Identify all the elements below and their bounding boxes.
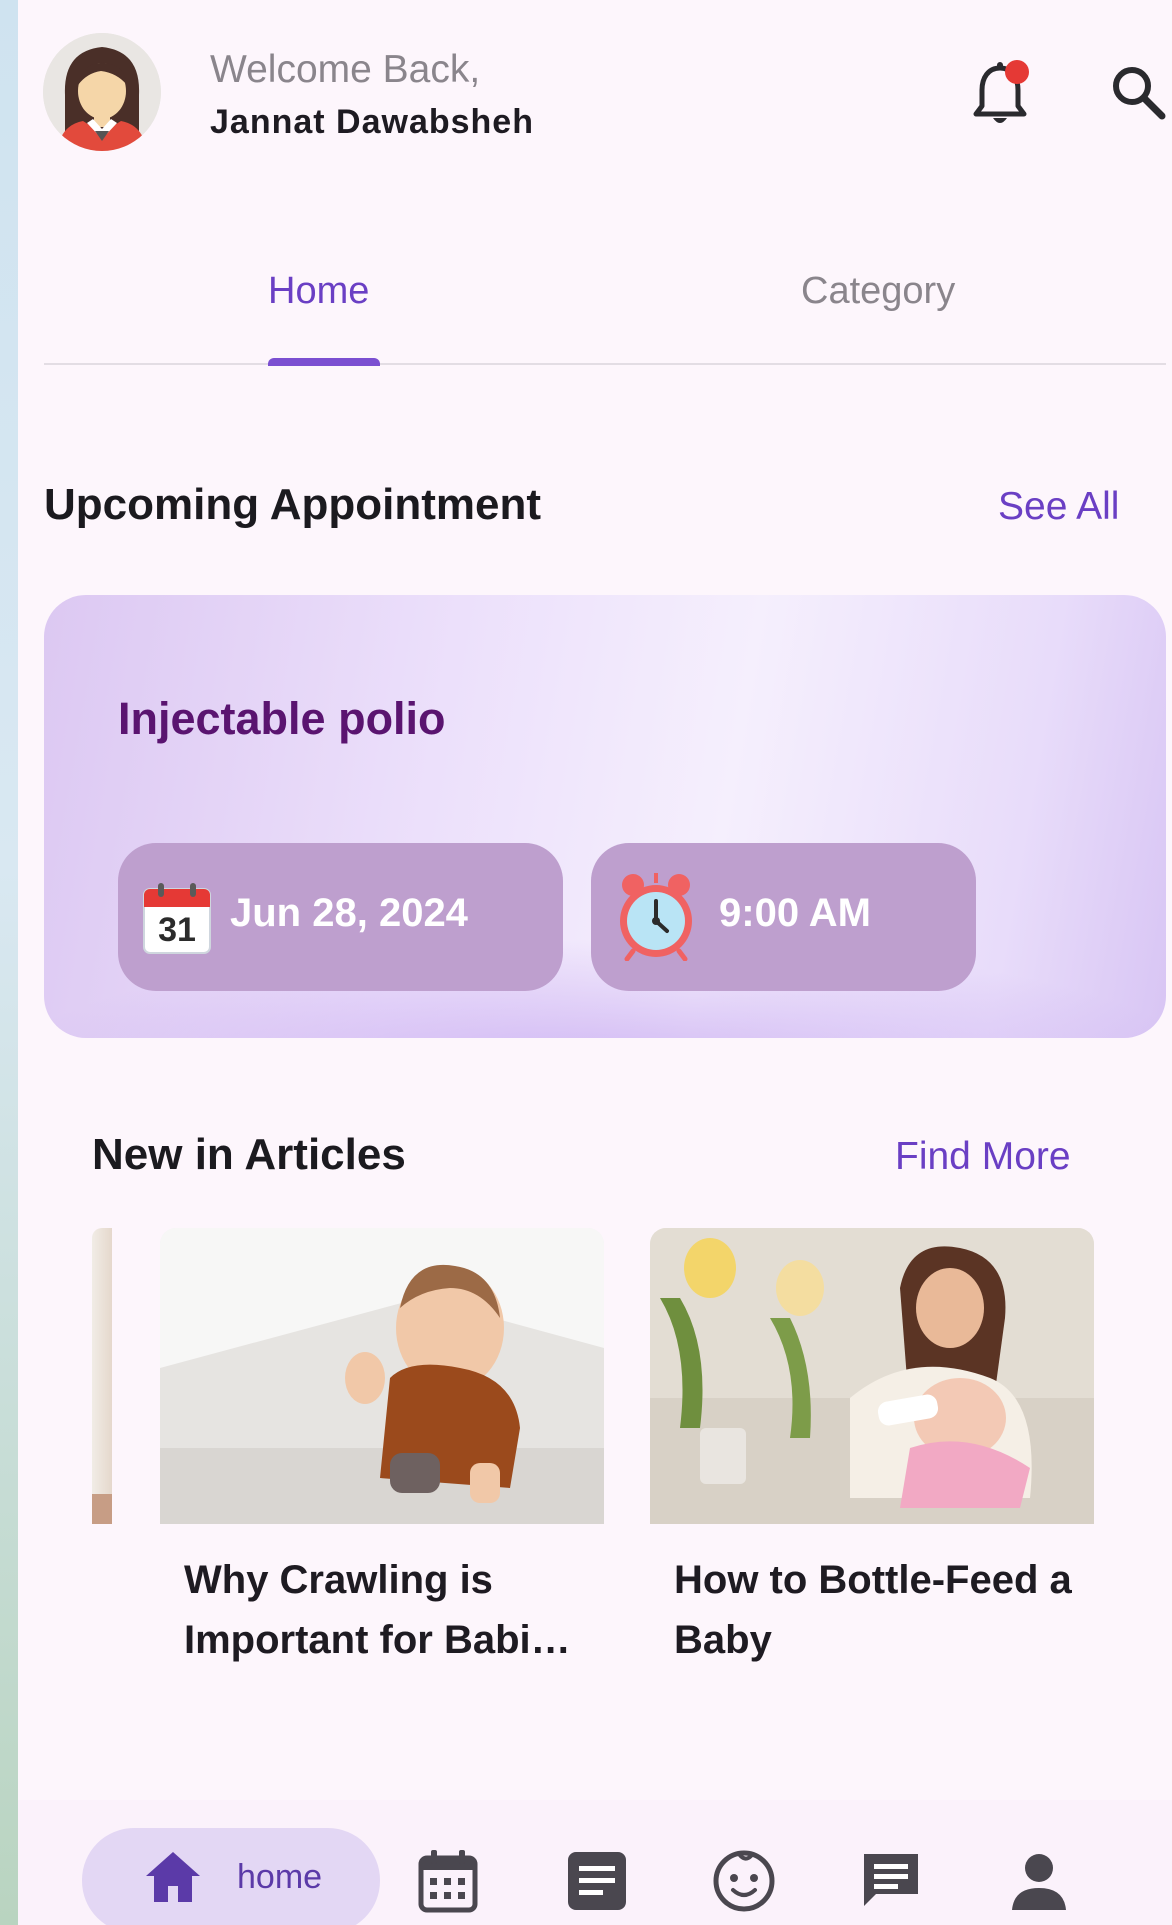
notification-dot [1005, 60, 1029, 84]
appointment-title: Injectable polio [118, 693, 446, 744]
avatar-illustration [43, 33, 161, 151]
calendar-icon[interactable] [415, 1848, 481, 1914]
app-screen: Welcome Back, Jannat Dawabsheh Home Cate… [18, 0, 1172, 1925]
find-more-link[interactable]: Find More [895, 1135, 1071, 1179]
tab-category[interactable]: Category [801, 270, 955, 313]
tab-active-indicator [268, 358, 380, 366]
calendar-icon: 31 [142, 881, 212, 955]
welcome-text: Welcome Back, [210, 48, 481, 91]
user-avatar[interactable] [43, 33, 161, 151]
article-card-partial[interactable] [92, 1228, 112, 1524]
tab-home[interactable]: Home [268, 270, 369, 313]
bottom-navigation: home [18, 1800, 1172, 1925]
article-image-bottle-feed [650, 1228, 1094, 1524]
bell-icon[interactable] [970, 58, 1030, 130]
article-title: Why Crawling is Important for Babi… [184, 1558, 571, 1662]
home-icon [142, 1848, 204, 1906]
articles-heading: New in Articles [92, 1130, 406, 1179]
alarm-clock-icon [613, 871, 699, 962]
appointment-date-pill: 31 Jun 28, 2024 [118, 843, 563, 991]
appointments-heading: Upcoming Appointment [44, 480, 541, 529]
baby-icon[interactable] [711, 1848, 777, 1914]
calendar-day: 31 [158, 911, 196, 949]
appointment-time: 9:00 AM [719, 891, 871, 935]
appointment-card[interactable]: Injectable polio 31 Jun 28, 2024 9:00 AM [44, 595, 1166, 1038]
see-all-link[interactable]: See All [998, 485, 1119, 529]
search-icon[interactable] [1108, 62, 1168, 122]
profile-icon[interactable] [1006, 1848, 1072, 1914]
chat-icon[interactable] [858, 1848, 924, 1914]
user-name: Jannat Dawabsheh [210, 103, 534, 141]
appointment-date: Jun 28, 2024 [230, 891, 468, 935]
articles-icon[interactable] [564, 1848, 630, 1914]
article-title: How to Bottle-Feed a Baby [674, 1558, 1072, 1662]
article-image-crawling [160, 1228, 604, 1524]
nav-home[interactable]: home [82, 1828, 380, 1925]
appointment-time-pill: 9:00 AM [591, 843, 976, 991]
tab-divider [44, 363, 1166, 365]
nav-home-label: home [237, 1858, 323, 1896]
